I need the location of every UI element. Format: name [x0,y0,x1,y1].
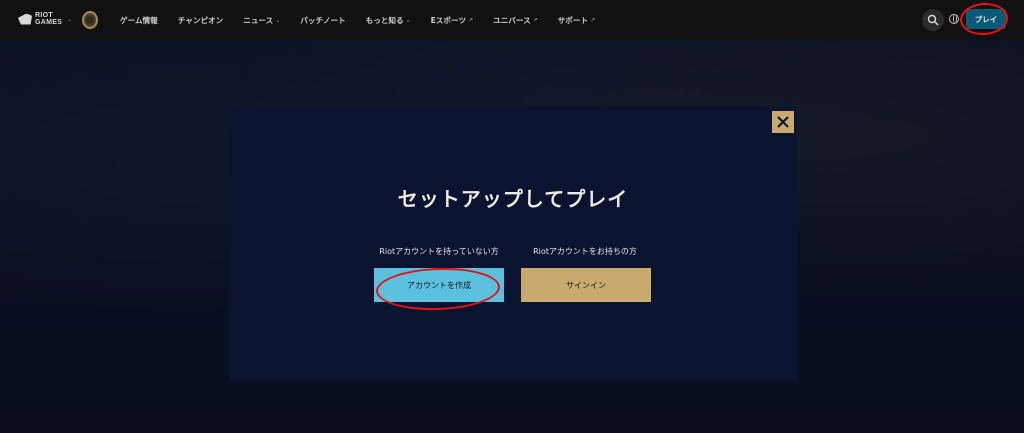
league-of-legends-logo[interactable] [82,11,98,29]
chevron-down-icon: ⌄ [405,16,411,24]
nav-item-label: ニュース [243,15,274,25]
globe-icon[interactable] [949,14,959,24]
nav-item-label: Eスポーツ [430,15,467,25]
chevron-down-icon: ⌄ [67,15,73,23]
nav-item-label: もっと知る [365,15,404,25]
has-account-label: Riotアカウントをお持ちの方 [533,247,637,256]
search-icon [927,14,939,26]
create-account-button[interactable]: アカウントを作成 [374,268,504,302]
no-account-label: Riotアカウントを持っていない方 [379,247,499,256]
nav-item-support[interactable]: サポート ↗ [558,15,595,26]
riot-fist-icon [18,13,32,25]
nav-item-champions[interactable]: チャンピオン [178,15,224,26]
sign-in-button[interactable]: サインイン [521,268,651,302]
nav-item-patch-notes[interactable]: パッチノート [300,15,345,26]
riot-games-logo[interactable]: RIOT GAMES ⌄ [18,12,72,26]
nav-item-discover[interactable]: もっと知る ⌄ [366,15,411,26]
nav-item-label: サポート [557,15,589,25]
nav-item-label: ゲーム情報 [120,15,158,25]
riot-logo-line1: RIOT [35,12,53,19]
riot-logo-text: RIOT GAMES [35,12,62,26]
nav-item-universe[interactable]: ユニバース ↗ [493,15,538,26]
external-link-icon: ↗ [468,16,474,24]
chevron-down-icon: ⌄ [275,16,281,24]
riot-logo-line2: GAMES [35,19,63,26]
nav-item-label: パッチノート [300,15,346,25]
nav-item-label: チャンピオン [177,15,224,25]
play-button[interactable]: プレイ [966,9,1006,29]
nav-item-label: ユニバース [493,15,531,25]
nav-item-game-info[interactable]: ゲーム情報 [120,15,158,26]
close-icon [777,116,789,128]
external-link-icon: ↗ [532,16,538,24]
external-link-icon: ↗ [590,16,596,24]
top-navigation: RIOT GAMES ⌄ ゲーム情報 チャンピオン ニュース ⌄ パッチノート … [0,0,1024,40]
nav-item-esports[interactable]: Eスポーツ ↗ [431,15,473,26]
nav-menu: ゲーム情報 チャンピオン ニュース ⌄ パッチノート もっと知る ⌄ Eスポーツ… [120,0,615,40]
nav-item-news[interactable]: ニュース ⌄ [243,15,280,26]
modal-title: セットアップしてプレイ [397,187,629,211]
setup-modal [229,107,797,380]
search-button[interactable] [922,9,944,31]
close-button[interactable] [772,111,794,133]
